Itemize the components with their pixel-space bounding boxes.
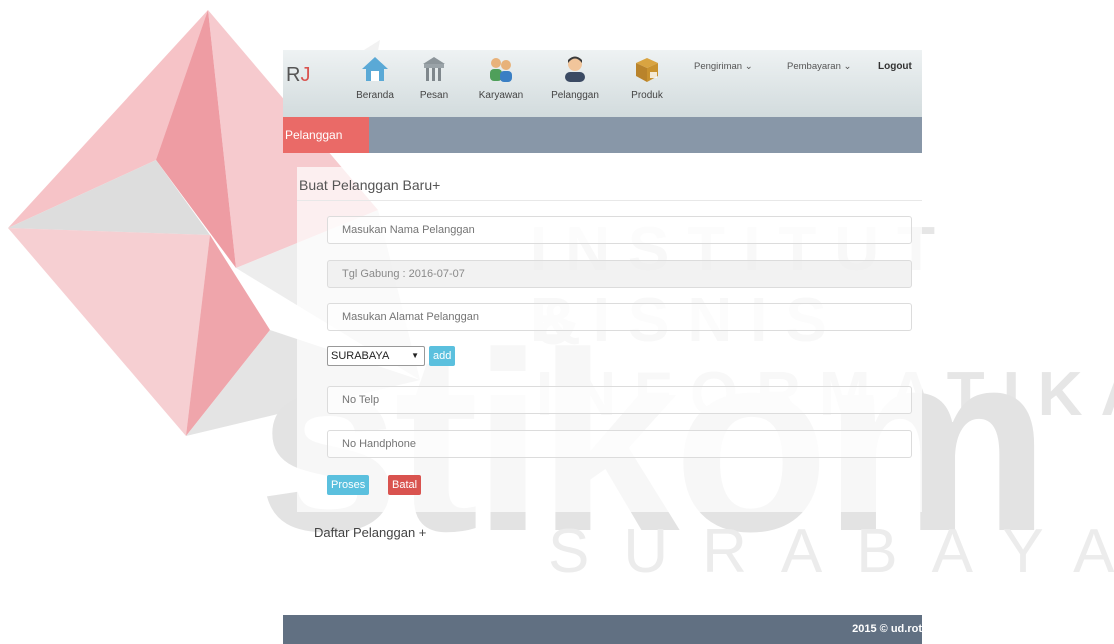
daftar-pelanggan-toggle[interactable]: Daftar Pelanggan + — [314, 525, 426, 540]
footer: 2015 © ud.rot — [283, 615, 922, 644]
brand-logo[interactable]: RJ — [286, 64, 310, 87]
add-kota-button[interactable]: add — [429, 346, 456, 366]
nav-item-karyawan[interactable]: Karyawan — [473, 54, 529, 101]
chevron-down-icon: ▼ — [411, 351, 419, 360]
employees-icon — [490, 58, 512, 82]
nav-label: Beranda — [356, 90, 394, 101]
create-customer-panel: Buat Pelanggan Baru+ SURABAYA ▼ add Pros… — [297, 167, 922, 512]
panel-header: Buat Pelanggan Baru+ — [297, 167, 922, 201]
nav-item-pesan[interactable]: Pesan — [406, 54, 462, 101]
customer-icon — [565, 56, 585, 82]
footer-copyright: 2015 © ud.rot — [852, 623, 922, 635]
nav-item-pelanggan[interactable]: Pelanggan — [547, 54, 603, 101]
alamat-pelanggan-input[interactable] — [327, 303, 912, 331]
pengiriman-dropdown[interactable]: Pengiriman ⌄ — [694, 61, 753, 72]
panel-title[interactable]: Buat Pelanggan Baru+ — [299, 177, 440, 193]
order-icon — [423, 57, 445, 81]
no-telp-input[interactable] — [327, 386, 912, 414]
kota-selected-value: SURABAYA — [331, 350, 390, 362]
kota-select[interactable]: SURABAYA ▼ — [327, 346, 425, 366]
no-handphone-input[interactable] — [327, 430, 912, 458]
home-icon — [362, 57, 388, 81]
nav-label: Pesan — [419, 90, 449, 101]
tab-pelanggan[interactable]: Pelanggan — [283, 117, 369, 153]
nav-label: Produk — [631, 90, 663, 101]
logout-link[interactable]: Logout — [878, 61, 912, 72]
sub-navbar — [283, 117, 922, 153]
nav-label: Pelanggan — [551, 90, 599, 101]
nav-label: Karyawan — [478, 90, 524, 101]
nav-item-produk[interactable]: Produk — [619, 54, 675, 101]
proses-button[interactable]: Proses — [327, 475, 370, 495]
nav-item-beranda[interactable]: Beranda — [347, 54, 403, 101]
pembayaran-dropdown[interactable]: Pembayaran ⌄ — [787, 61, 851, 72]
nama-pelanggan-input[interactable] — [327, 216, 912, 244]
batal-button[interactable]: Batal — [388, 475, 422, 495]
top-navbar: RJ Beranda Pesan Karyawan Pelanggan Prod… — [283, 50, 922, 117]
box-icon — [636, 58, 658, 82]
tgl-gabung-field — [327, 260, 912, 288]
app-window: RJ Beranda Pesan Karyawan Pelanggan Prod… — [283, 50, 922, 644]
